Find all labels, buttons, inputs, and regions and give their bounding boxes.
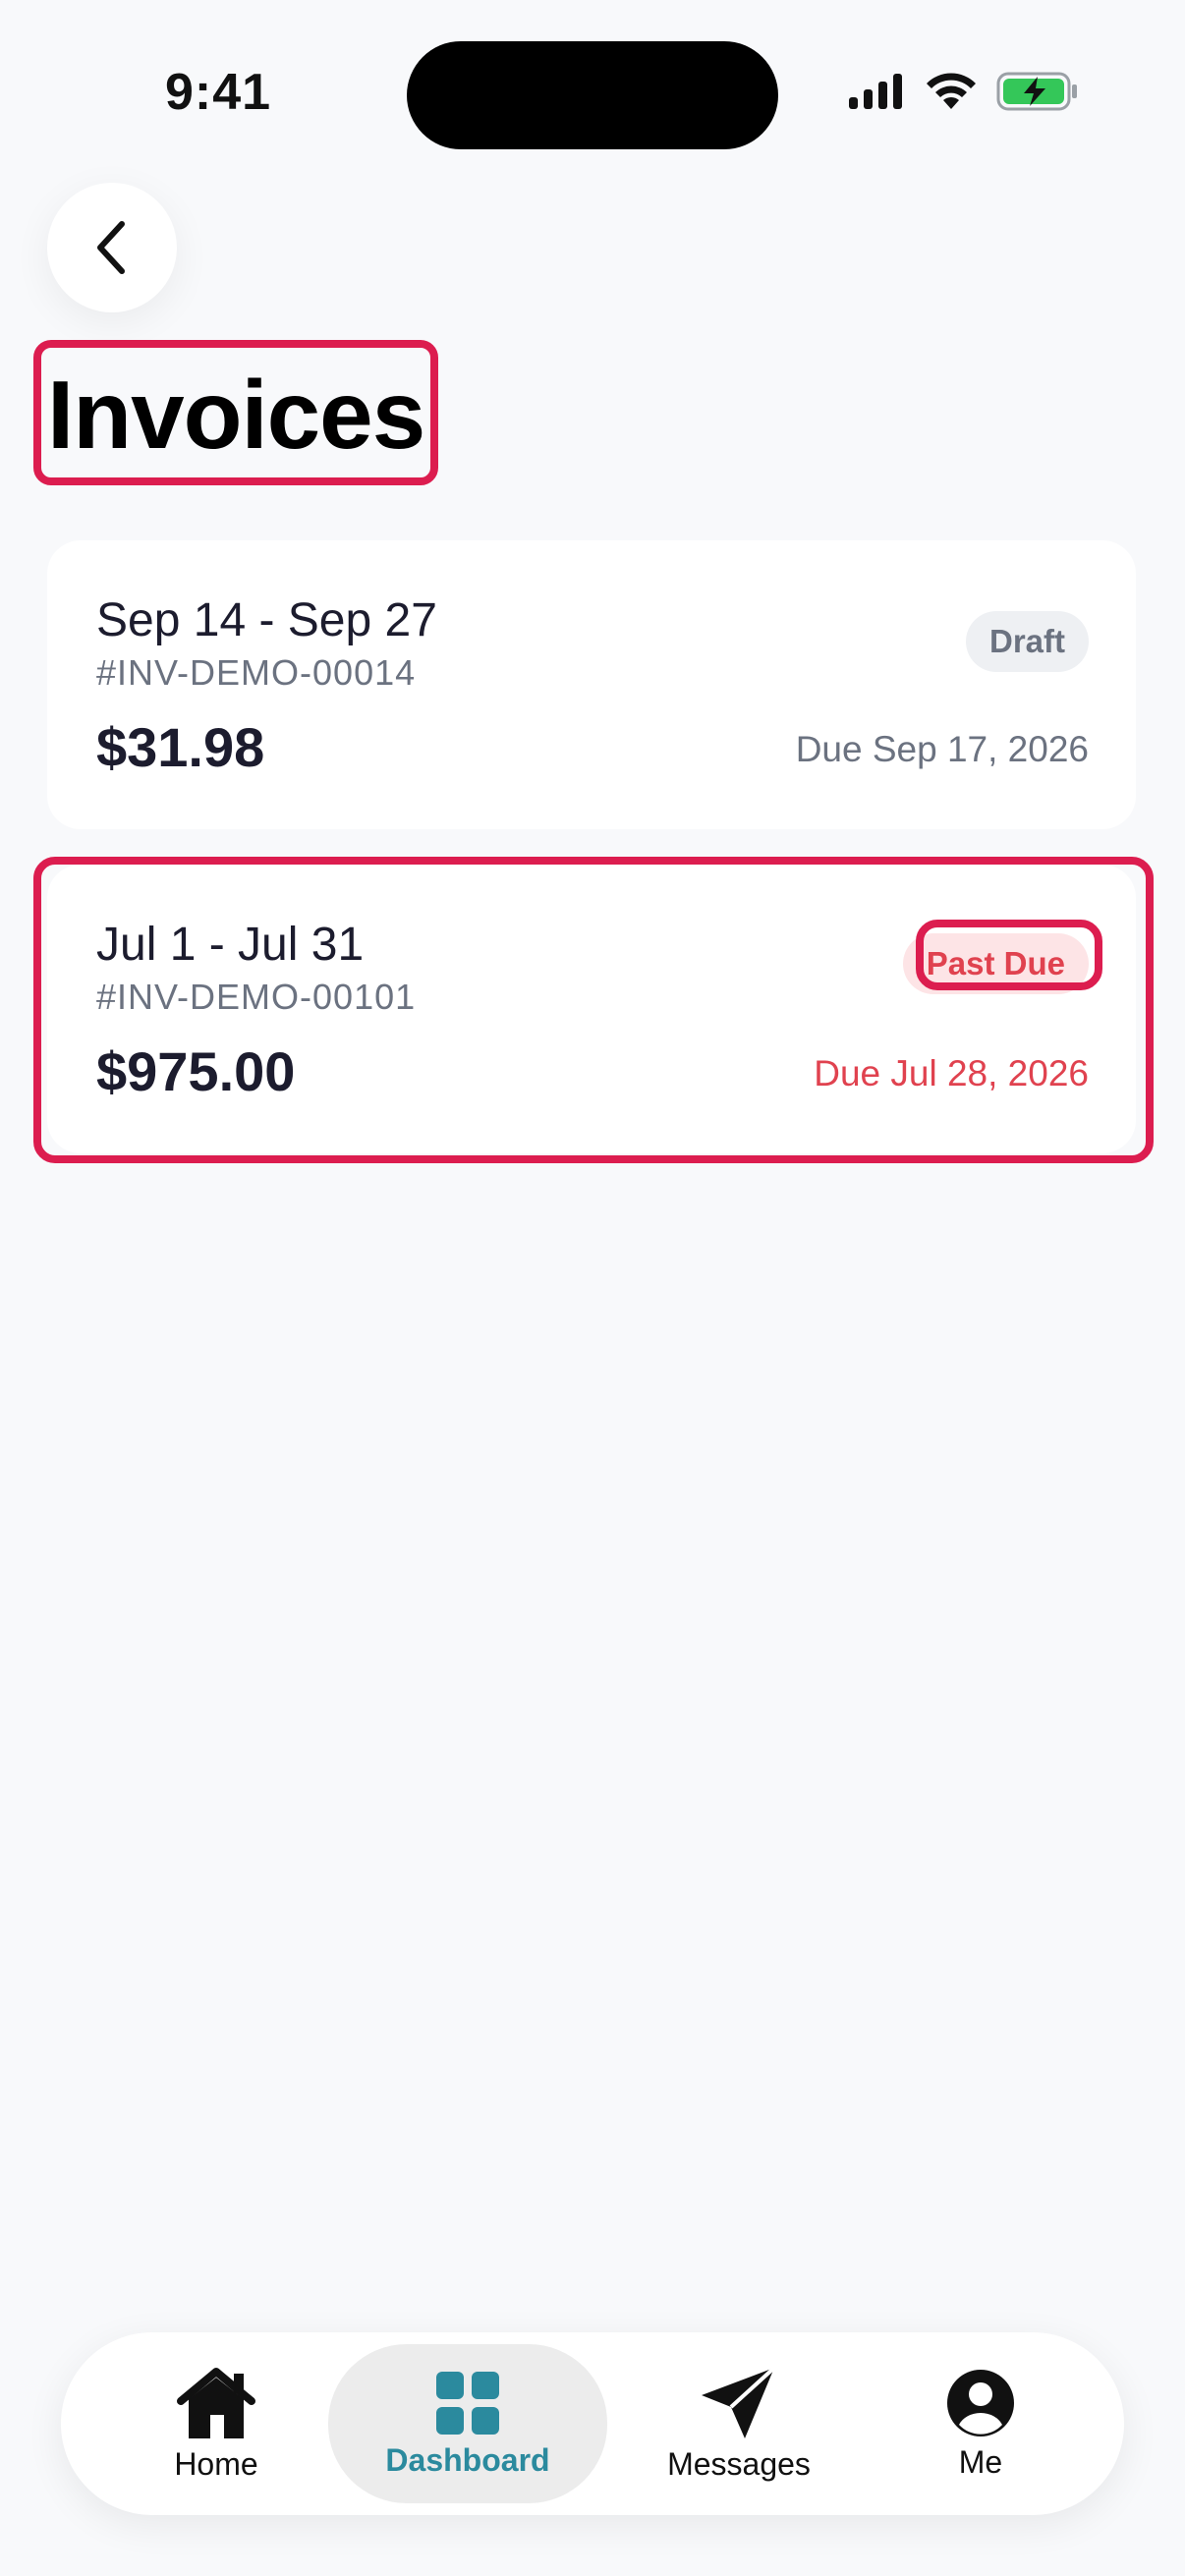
- tab-dashboard-label: Dashboard: [385, 2441, 550, 2478]
- tab-home-label: Home: [174, 2445, 258, 2482]
- dashboard-icon: [436, 2371, 499, 2435]
- tab-messages-label: Messages: [667, 2445, 811, 2482]
- back-button[interactable]: [47, 183, 177, 312]
- invoice-number: #INV-DEMO-00014: [96, 652, 417, 693]
- wifi-icon: [927, 73, 976, 109]
- invoices-screen: 9:41 Invoices Sep 14 - Sep 27 #INV-DEMO-…: [0, 0, 1185, 2576]
- chevron-left-icon: [97, 221, 125, 274]
- tab-home[interactable]: Home: [118, 2332, 314, 2515]
- status-badge-draft: Draft: [965, 611, 1089, 672]
- home-icon: [177, 2367, 255, 2438]
- dynamic-island: [407, 41, 778, 149]
- invoice-due-date: Due Sep 17, 2026: [795, 729, 1089, 769]
- status-icons: [847, 71, 1079, 112]
- title-highlight-box: [33, 340, 438, 485]
- signal-icon: [849, 74, 902, 109]
- card-highlight-box: [33, 857, 1154, 1163]
- invoice-amount: $31.98: [96, 716, 265, 778]
- invoice-card[interactable]: Sep 14 - Sep 27 #INV-DEMO-00014 $31.98 D…: [47, 540, 1136, 829]
- tab-me-label: Me: [958, 2443, 1003, 2480]
- tab-me[interactable]: Me: [882, 2332, 1079, 2515]
- invoice-period: Sep 14 - Sep 27: [96, 594, 437, 646]
- battery-charging-icon: [996, 72, 1077, 111]
- paper-plane-icon: [702, 2366, 776, 2438]
- status-time: 9:41: [165, 64, 272, 121]
- bottom-tab-bar: Home Dashboard Messages Me: [61, 2332, 1124, 2515]
- tab-messages[interactable]: Messages: [631, 2332, 847, 2515]
- user-icon: [947, 2369, 1014, 2436]
- tab-dashboard[interactable]: Dashboard: [328, 2344, 607, 2503]
